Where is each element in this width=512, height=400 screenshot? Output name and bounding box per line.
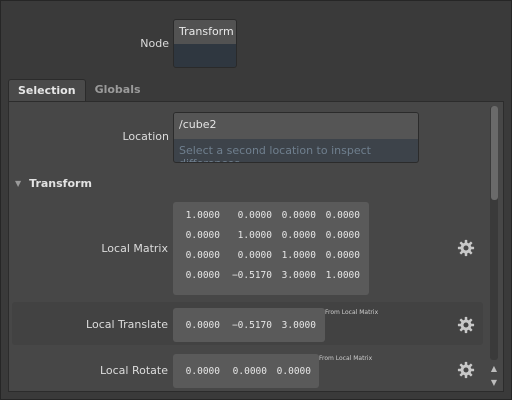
tab-globals[interactable]: Globals	[86, 79, 150, 101]
location-label: Location	[122, 130, 169, 143]
local-rotate-label: Local Rotate	[99, 364, 168, 377]
matrix-cell[interactable]: 0.0000	[272, 210, 316, 230]
matrix-cell[interactable]: 0.0000	[173, 250, 220, 270]
local-rotate-field[interactable]: 0.0000 0.0000 0.0000	[173, 354, 319, 388]
matrix-cell[interactable]: 0.0000	[272, 230, 316, 250]
translate-source-note: From Local Matrix	[325, 309, 379, 316]
location-compare-input[interactable]: Select a second location to inspect diff…	[174, 139, 418, 162]
matrix-row: 0.0000 −0.5170 3.0000 1.0000	[173, 270, 369, 290]
matrix-cell[interactable]: 1.0000	[220, 230, 272, 250]
matrix-cell[interactable]: 0.0000	[173, 230, 220, 250]
tab-bar: Selection Globals	[8, 79, 150, 101]
matrix-cell[interactable]: 0.0000	[316, 230, 360, 250]
rotate-x-value[interactable]: 0.0000	[173, 366, 220, 377]
matrix-cell[interactable]: 0.0000	[173, 270, 220, 290]
translate-y-value[interactable]: −0.5170	[220, 320, 272, 331]
triangle-down-icon[interactable]: ▼	[15, 179, 21, 188]
scrollbar-thumb[interactable]	[491, 106, 498, 200]
translate-z-value[interactable]: 3.0000	[272, 320, 316, 331]
rotate-z-value[interactable]: 0.0000	[267, 366, 311, 377]
section-title: Transform	[29, 177, 92, 190]
arrow-up-icon[interactable]: ▲	[489, 364, 499, 374]
matrix-cell[interactable]: 1.0000	[272, 250, 316, 270]
matrix-cell[interactable]: 0.0000	[220, 210, 272, 230]
matrix-row: 1.0000 0.0000 0.0000 0.0000	[173, 210, 369, 230]
tab-selection[interactable]: Selection	[8, 79, 86, 101]
node-selector[interactable]: Transform	[173, 19, 237, 68]
local-matrix-label: Local Matrix	[101, 242, 168, 255]
transform-section-header[interactable]: ▼ Transform	[15, 177, 92, 190]
matrix-cell[interactable]: 0.0000	[316, 210, 360, 230]
matrix-cell[interactable]: 3.0000	[272, 270, 316, 290]
location-value[interactable]: /cube2	[174, 113, 418, 139]
local-translate-field[interactable]: 0.0000 −0.5170 3.0000	[173, 308, 325, 342]
matrix-row: 0.0000 1.0000 0.0000 0.0000	[173, 230, 369, 250]
matrix-cell[interactable]: −0.5170	[220, 270, 272, 290]
gear-icon[interactable]	[457, 316, 475, 334]
matrix-cell[interactable]: 1.0000	[316, 270, 360, 290]
rotate-source-note: From Local Matrix	[319, 355, 373, 362]
matrix-cell[interactable]: 1.0000	[173, 210, 220, 230]
arrow-down-icon[interactable]: ▼	[489, 378, 499, 388]
local-matrix-field[interactable]: 1.0000 0.0000 0.0000 0.0000 0.0000 1.000…	[173, 202, 369, 295]
local-translate-label: Local Translate	[86, 318, 168, 331]
translate-x-value[interactable]: 0.0000	[173, 320, 220, 331]
gear-icon[interactable]	[457, 361, 475, 379]
node-value: Transform	[174, 20, 236, 44]
matrix-cell[interactable]: 0.0000	[316, 250, 360, 270]
location-field[interactable]: /cube2 Select a second location to inspe…	[173, 112, 419, 163]
matrix-row: 0.0000 0.0000 1.0000 0.0000	[173, 250, 369, 270]
gear-icon[interactable]	[457, 239, 475, 257]
node-label: Node	[140, 37, 169, 50]
rotate-y-value[interactable]: 0.0000	[220, 366, 267, 377]
matrix-cell[interactable]: 0.0000	[220, 250, 272, 270]
